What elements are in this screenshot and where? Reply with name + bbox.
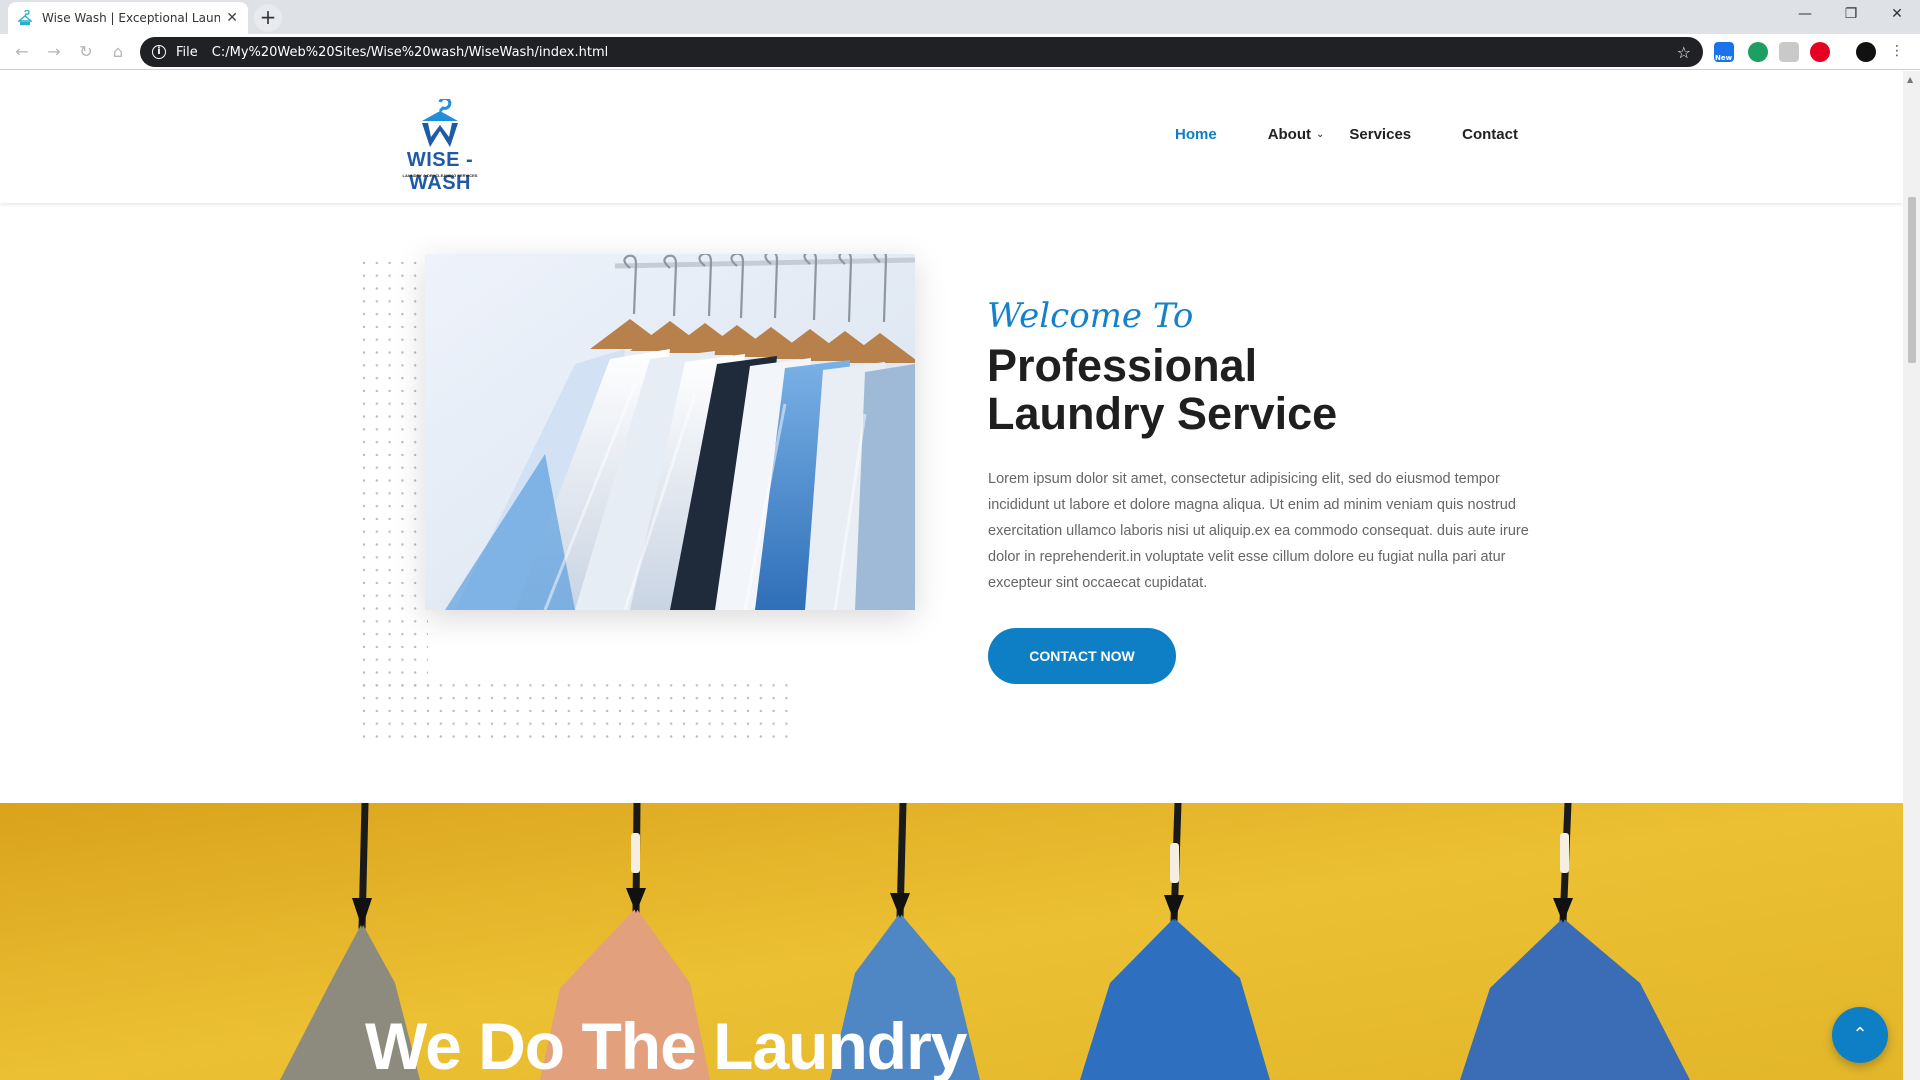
chevron-down-icon: ⌄ [1316,128,1325,140]
browser-tab[interactable]: Wise Wash | Exceptional Laundry ✕ [8,2,248,34]
close-window-icon[interactable]: ✕ [1874,0,1920,30]
site-header: WISE - WASH LAUNDRY & DRYCLEANING SERVIC… [0,71,1903,203]
back-to-top-button[interactable]: ⌃ [1832,1007,1888,1063]
chevron-up-icon: ⌃ [1852,1024,1868,1045]
logo-text: WISE - WASH [406,149,474,194]
browser-toolbar: ← → ↻ ⌂ i File C:/My%20Web%20Sites/Wise%… [0,34,1920,70]
news-extension-icon[interactable]: New [1714,42,1734,62]
tab-title: Wise Wash | Exceptional Laundry [42,11,221,25]
star-icon[interactable]: ☆ [1677,43,1691,62]
window-controls: — ❐ ✕ [1782,0,1920,30]
profile-avatar[interactable] [1856,42,1876,62]
hero-title-line1: Professional [987,340,1258,391]
reload-icon[interactable]: ↻ [74,40,98,64]
minimize-icon[interactable]: — [1782,0,1828,30]
site-logo[interactable]: WISE - WASH LAUNDRY & DRYCLEANING SERVIC… [378,96,502,194]
arrow-left-icon[interactable]: ← [10,40,34,64]
laundry-banner: We Do The Laundry [0,803,1903,1080]
nav-contact-label: Contact [1462,125,1518,143]
nav-about-label: About [1267,125,1312,143]
welcome-script-heading: Welcome To [987,296,1194,336]
hanger-logo-icon [422,96,458,147]
pinterest-icon[interactable] [1810,42,1830,62]
hanger-favicon-icon [18,10,32,25]
hero-paragraph: Lorem ipsum dolor sit amet, consectetur … [988,471,1529,591]
nav-home[interactable]: Home [1175,126,1217,143]
nav-about[interactable]: About ⌄ [1268,126,1325,143]
extension-badge: New [1715,54,1733,62]
contact-now-button[interactable]: CONTACT NOW [988,628,1176,684]
nav-home-label: Home [1175,125,1217,143]
main-nav: Home About ⌄ Services Contact [1175,114,1518,154]
hero-title-line2: Laundry Service [987,388,1338,439]
address-bar[interactable]: i File C:/My%20Web%20Sites/Wise%20wash/W… [140,37,1703,67]
browser-tabstrip: Wise Wash | Exceptional Laundry ✕ + — ❐ … [0,0,1920,34]
menu-kebab-icon[interactable]: ⋮ [1890,42,1904,62]
home-icon[interactable]: ⌂ [106,40,130,64]
hero-image-clothes-rack [425,254,915,610]
banner-title: We Do The Laundry [365,1009,967,1080]
scrollbar-thumb[interactable] [1908,197,1916,363]
arrow-right-icon[interactable]: → [42,40,66,64]
info-icon[interactable]: i [152,45,166,59]
nav-services[interactable]: Services [1349,126,1411,143]
hero-title: Professional Laundry Service [987,342,1687,438]
new-tab-button[interactable]: + [254,4,282,32]
grammar-extension-icon[interactable] [1748,42,1768,62]
nav-services-label: Services [1349,125,1412,143]
close-tab-icon[interactable]: ✕ [226,10,238,26]
generic-extension-icon[interactable] [1779,42,1799,62]
logo-subtitle: LAUNDRY & DRYCLEANING SERVICES [402,173,478,178]
page-scrollbar[interactable]: ▲ [1903,71,1920,1080]
address-url[interactable]: C:/My%20Web%20Sites/Wise%20wash/WiseWash… [212,45,1677,60]
web-page: WISE - WASH LAUNDRY & DRYCLEANING SERVIC… [0,71,1903,1080]
scroll-up-arrow-icon[interactable]: ▲ [1907,75,1913,84]
address-scheme: File [176,44,198,60]
nav-contact[interactable]: Contact [1462,126,1518,143]
restore-icon[interactable]: ❐ [1828,0,1874,30]
